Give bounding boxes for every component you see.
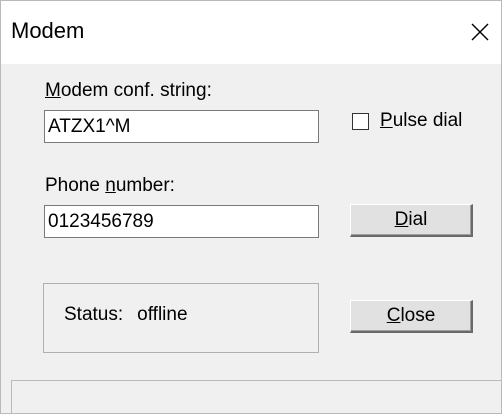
status-panel: Status: offline [43, 283, 319, 353]
phone-number-label-accelerator: n [105, 175, 116, 196]
modem-conf-label-accelerator: M [45, 80, 61, 101]
dial-button-label: ial [408, 209, 428, 230]
phone-number-label-text-start: Phone [45, 175, 106, 196]
pulse-dial-checkbox[interactable]: Pulse dial [352, 108, 462, 134]
dial-button[interactable]: Dial [350, 204, 473, 237]
phone-number-label: Phone number: [45, 175, 175, 197]
pulse-dial-label-text: ulse dial [392, 110, 463, 131]
modem-conf-label: Modem conf. string: [45, 80, 212, 102]
close-button-label: lose [400, 305, 436, 326]
window-title: Modem [11, 18, 85, 43]
pulse-dial-checkbox-box[interactable] [352, 112, 369, 130]
close-x-icon [471, 23, 489, 41]
close-button[interactable]: Close [350, 300, 473, 333]
window-close-button[interactable] [461, 1, 501, 63]
dialog-body: Modem conf. string: Pulse dial Phone num… [1, 64, 501, 413]
phone-number-label-text-end: umber: [115, 175, 175, 196]
status-line: Status: offline [64, 304, 188, 326]
status-label: Status: [64, 304, 124, 325]
status-value: offline [137, 304, 188, 325]
phone-number-input[interactable] [44, 205, 319, 238]
close-button-accelerator: C [386, 305, 401, 326]
pulse-dial-label[interactable]: Pulse dial [380, 110, 462, 132]
dial-button-accelerator: D [394, 209, 409, 230]
pulse-dial-label-accelerator: P [380, 110, 393, 131]
modem-dialog: Modem Modem conf. string: Pulse dial Pho… [0, 0, 502, 414]
modem-conf-label-text: odem conf. string: [60, 80, 212, 101]
title-bar: Modem [1, 1, 501, 64]
status-bar [11, 380, 501, 413]
modem-conf-string-input[interactable] [44, 110, 319, 143]
